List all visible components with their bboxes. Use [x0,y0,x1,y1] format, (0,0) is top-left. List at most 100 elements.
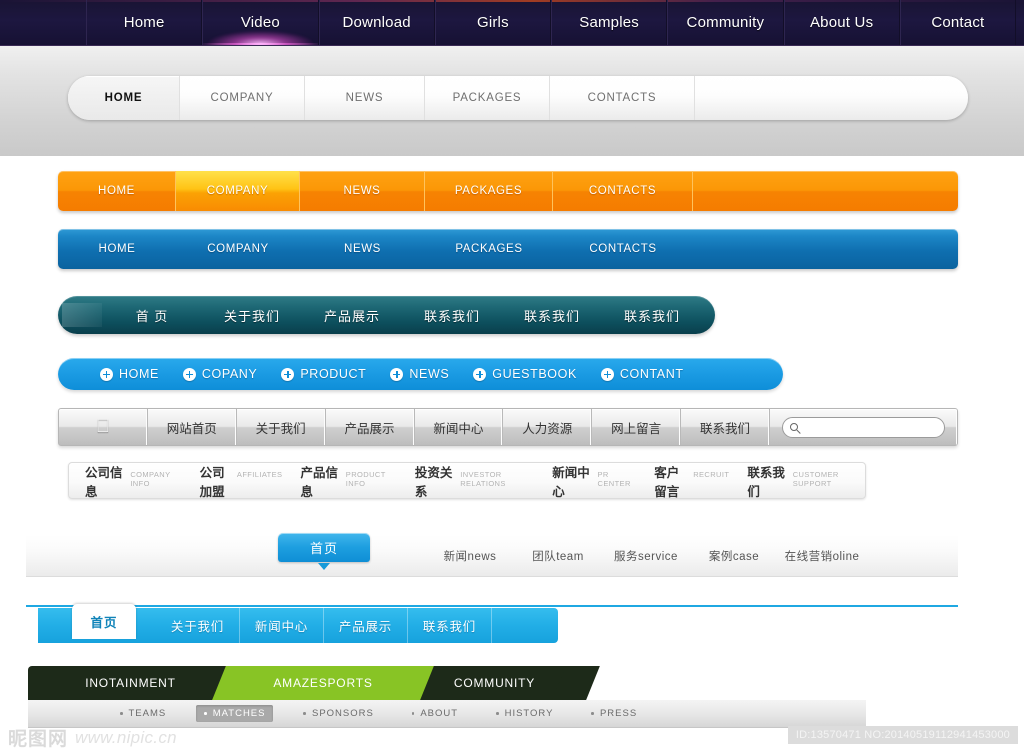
cyan-plus-nav-item-product[interactable]: PRODUCT [281,367,366,381]
bilingual-nav-label-en: PR CENTER [597,469,631,488]
cyan-plus-nav-item-copany[interactable]: COPANY [182,367,258,381]
soft-nav-item-home-active[interactable]: 首页 [278,533,370,562]
top-nav-item-girls[interactable]: Girls [434,0,551,45]
bullet-icon [496,712,499,715]
cyan-plus-nav-item-guestbook[interactable]: GUESTBOOK [473,367,577,381]
bilingual-nav-item-company-info[interactable]: 公司信息 COMPANY INFO [85,462,182,500]
sports-nav-tab-amazesports[interactable]: AMAZESPORTS [233,666,413,700]
orange-nav-item-contacts[interactable]: CONTACTS [553,171,693,211]
sports-subnav-item-matches[interactable]: MATCHES [196,705,274,722]
sports-subnav-item-press[interactable]: PRESS [583,705,645,722]
sports-nav-tab-community[interactable]: COMMUNITY [413,666,576,700]
bilingual-nav-bar: 公司信息 COMPANY INFO 公司加盟 AFFILIATES 产品信息 P… [68,462,866,499]
top-nav-item-home[interactable]: Home [86,0,203,45]
top-nav-item-community[interactable]: Community [667,0,784,45]
blue-nav-item-company[interactable]: COMPANY [176,229,300,269]
bilingual-nav-item-investor-relations[interactable]: 投资关系 INVESTOR RELATIONS [415,462,534,500]
grey-nav-item-contact[interactable]: 联系我们 [681,409,770,445]
teal-nav-label: 联系我们 [523,308,580,324]
soft-nav-label: 案例case [708,550,760,563]
teal-nav-label: 产品展示 [323,308,380,324]
bilingual-nav-item-affiliates[interactable]: 公司加盟 AFFILIATES [200,462,283,500]
grey-nav-item-about[interactable]: 关于我们 [237,409,326,445]
teal-nav-item-contact-1[interactable]: 联系我们 [402,296,502,334]
blue-nav-item-home[interactable]: HOME [58,229,176,269]
orange-nav-item-news[interactable]: NEWS [300,171,425,211]
soft-nav-item-online[interactable]: 在线营销oline [778,548,866,564]
grey-nav-item-news[interactable]: 新闻中心 [415,409,504,445]
top-nav-item-contact[interactable]: Contact [899,0,1016,45]
cyan-tab-nav-item-products[interactable]: 产品展示 [324,608,408,643]
top-nav-label: Download [342,14,411,31]
soft-nav-item-news[interactable]: 新闻news [426,548,514,564]
orange-nav-bar: HOME COMPANY NEWS PACKAGES CONTACTS [58,171,958,211]
sports-subnav-item-about[interactable]: ABOUT [404,705,466,722]
pill-nav-item-company[interactable]: COMPANY [180,76,305,120]
bilingual-nav-item-product-info[interactable]: 产品信息 PRODUCT INFO [300,462,396,500]
teal-nav-bar: 首 页 关于我们 产品展示 联系我们 联系我们 联系我们 [58,296,715,334]
grey-nav-label: 网上留言 [611,421,662,436]
cyan-tab-nav-item-news[interactable]: 新闻中心 [240,608,324,643]
blue-nav-label: HOME [98,243,136,255]
bilingual-nav-item-pr-center[interactable]: 新闻中心 PR CENTER [552,462,636,500]
cyan-plus-nav-item-contant[interactable]: CONTANT [600,367,684,381]
pill-nav-label: HOME [104,92,143,104]
blue-nav-filler [693,229,958,269]
orange-nav-label: CONTACTS [588,185,657,197]
grey-nav-logo[interactable]:  [59,409,148,445]
blue-nav-item-news[interactable]: NEWS [300,229,425,269]
grey-nav-item-message[interactable]: 网上留言 [592,409,682,445]
top-nav-item-about-us[interactable]: About Us [783,0,900,45]
bilingual-nav-label-cn: 客户留言 [654,465,680,499]
orange-nav-item-home[interactable]: HOME [58,171,176,211]
teal-nav-item-about[interactable]: 关于我们 [202,296,302,334]
orange-nav-item-company[interactable]: COMPANY [176,171,300,211]
sports-subnav-item-teams[interactable]: TEAMS [112,705,174,722]
search-box[interactable] [782,416,945,438]
top-nav-item-download[interactable]: Download [318,0,435,45]
teal-nav-item-contact-3[interactable]: 联系我们 [602,296,702,334]
pill-nav-item-news[interactable]: NEWS [305,76,425,120]
pill-nav-item-packages[interactable]: PACKAGES [425,76,550,120]
sports-nav-tab-inotainment[interactable]: INOTAINMENT [28,666,233,700]
search-input[interactable] [798,421,944,433]
soft-nav-label: 新闻news [443,550,497,563]
chevron-down-icon [318,563,330,570]
blue-nav-item-packages[interactable]: PACKAGES [425,229,553,269]
pill-nav-label: PACKAGES [452,92,522,104]
grey-nav-item-products[interactable]: 产品展示 [326,409,415,445]
cyan-plus-nav-item-news[interactable]: NEWS [390,367,449,381]
top-nav-label: Girls [476,14,509,31]
blue-nav-item-contacts[interactable]: CONTACTS [553,229,693,269]
cyan-plus-nav-item-home[interactable]: HOME [100,367,159,381]
cyan-plus-nav-label: NEWS [409,367,450,381]
top-nav-item-video[interactable]: Video [202,0,319,45]
sports-subnav-item-history[interactable]: HISTORY [488,705,561,722]
top-nav-label: Community [686,14,765,31]
cyan-tab-nav-item-home-active[interactable]: 首页 [72,604,136,639]
top-nav-label: Video [240,14,280,31]
cyan-plus-nav-label: COPANY [201,367,258,381]
cyan-tab-nav-item-contact[interactable]: 联系我们 [408,608,492,643]
pill-nav-item-home[interactable]: HOME [68,76,180,120]
soft-nav-label: 服务service [614,550,678,563]
sports-subnav-item-sponsors[interactable]: SPONSORS [295,705,381,722]
soft-nav-item-case[interactable]: 案例case [690,548,778,564]
orange-nav-item-packages[interactable]: PACKAGES [425,171,553,211]
bilingual-nav-item-customer-support[interactable]: 联系我们 CUSTOMER SUPPORT [747,462,865,500]
cyan-plus-nav-label: PRODUCT [300,367,367,381]
cyan-tab-nav-item-about[interactable]: 关于我们 [156,608,240,643]
soft-nav-item-service[interactable]: 服务service [602,548,690,564]
orange-nav-label: NEWS [343,185,381,197]
teal-nav-item-contact-2[interactable]: 联系我们 [502,296,602,334]
pill-nav-item-contacts[interactable]: CONTACTS [550,76,695,120]
pill-nav-label: NEWS [345,92,384,104]
top-nav-item-samples[interactable]: Samples [551,0,668,45]
teal-nav-item-home[interactable]: 首 页 [102,296,202,334]
bilingual-nav-item-recruit[interactable]: 客户留言 RECRUIT [654,462,729,500]
teal-nav-item-products[interactable]: 产品展示 [302,296,402,334]
soft-nav-label: 团队team [532,550,584,563]
soft-nav-item-team[interactable]: 团队team [514,548,602,564]
grey-nav-item-homepage[interactable]: 网站首页 [148,409,237,445]
grey-nav-item-hr[interactable]: 人力资源 [503,409,593,445]
